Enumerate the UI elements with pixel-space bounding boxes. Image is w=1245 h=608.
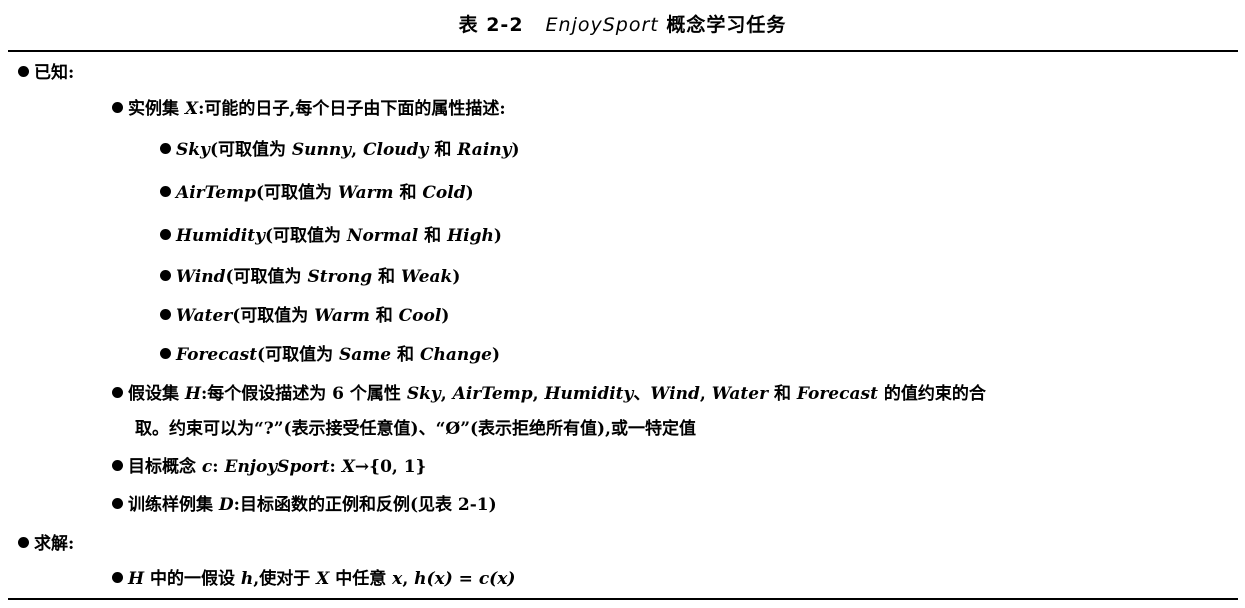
bullet-icon [160, 186, 171, 197]
attribute-airtemp: AirTemp(可取值为 Warm 和 Cold) [160, 182, 474, 204]
given-item: 已知: [18, 62, 74, 84]
hypotheses-item: 假设集 H:每个假设描述为 6 个属性 Sky, AirTemp, Humidi… [112, 383, 986, 405]
bullet-icon [112, 387, 123, 398]
training-set-item: 训练样例集 D:目标函数的正例和反例(见表 2-1) [112, 494, 497, 516]
bullet-icon [112, 572, 123, 583]
bullet-icon [112, 460, 123, 471]
attribute-sky: Sky(可取值为 Sunny, Cloudy 和 Rainy) [160, 139, 520, 161]
bullet-icon [112, 102, 123, 113]
top-rule [8, 50, 1238, 52]
bullet-icon [160, 143, 171, 154]
goal-item: H 中的一假设 h,使对于 X 中任意 x, h(x) = c(x) [112, 568, 515, 590]
target-concept-item: 目标概念 c: EnjoySport: X→{0, 1} [112, 456, 427, 478]
bullet-icon [160, 348, 171, 359]
instances-item: 实例集 X:可能的日子,每个日子由下面的属性描述: [112, 98, 506, 120]
attribute-forecast: Forecast(可取值为 Same 和 Change) [160, 344, 500, 366]
solve-item: 求解: [18, 533, 74, 555]
bullet-icon [160, 309, 171, 320]
table-name: EnjoySport [545, 14, 659, 36]
bottom-rule [8, 598, 1238, 600]
bullet-icon [18, 66, 29, 77]
table-title-rest: 概念学习任务 [666, 14, 787, 36]
table-number: 表 2-2 [458, 14, 524, 36]
attribute-humidity: Humidity(可取值为 Normal 和 High) [160, 225, 502, 247]
bullet-icon [112, 498, 123, 509]
bullet-icon [18, 537, 29, 548]
bullet-icon [160, 270, 171, 281]
hypotheses-continuation: 取。约束可以为“?”(表示接受任意值)、“Ø”(表示拒绝所有值),或一特定值 [135, 419, 696, 439]
table-title: 表 2-2 EnjoySport 概念学习任务 [0, 10, 1245, 37]
attribute-wind: Wind(可取值为 Strong 和 Weak) [160, 266, 460, 288]
attribute-water: Water(可取值为 Warm 和 Cool) [160, 305, 449, 327]
bullet-icon [160, 229, 171, 240]
